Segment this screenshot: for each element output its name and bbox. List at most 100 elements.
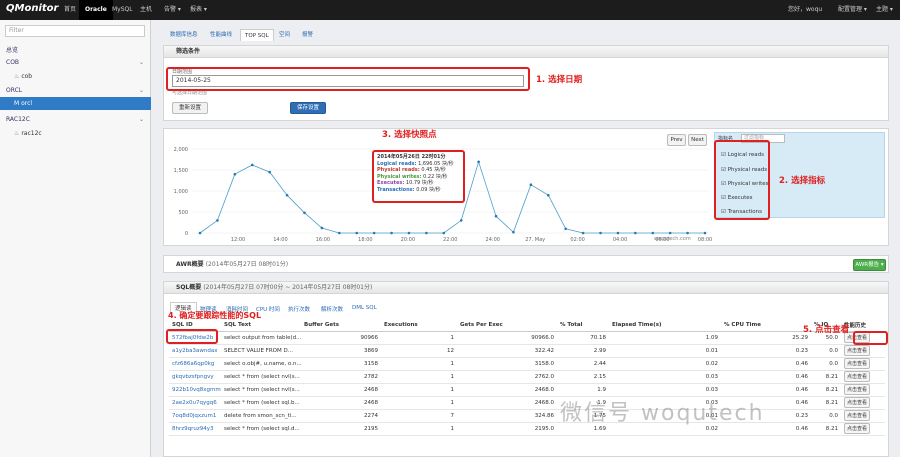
view-history-button[interactable]: 点击查看 [844,410,871,421]
table-cell: select * from (select sql.d... [221,422,301,436]
table-cell: 8.21 [811,422,841,436]
chart-tooltip: 2014年05月26日 22时01分 Logical reads: 1,696.… [372,150,465,203]
x-tick-label: 16:00 [316,237,330,243]
data-point [372,231,376,235]
table-row: 8hrz9qruz94y3 select * from (select sql.d… [169,422,885,436]
sql-id-link[interactable]: 8hrz9qruz94y3 [169,422,221,436]
table-cell: 1 [381,396,457,410]
data-point [459,219,463,222]
table-cell: 90966 [301,331,381,345]
table-cell: 1 [381,370,457,384]
table-cell: 2468 [301,383,381,397]
filter-input[interactable]: Filter [5,25,145,37]
filter-panel-title: 筛选条件 [164,46,888,58]
tooltip-transactions: Transactions: 0.09 块/秒 [377,186,441,193]
nav-alerts[interactable]: 告警 ▾ [158,0,187,20]
sql-id-link[interactable]: cfz686a6qp0kg [169,357,221,371]
tab-space[interactable]: 空间 [275,29,294,41]
x-tick-label: 18:00 [358,237,372,243]
annotation-4: 4. 确定要跟踪性能的SQL [168,311,262,320]
tab-db-info[interactable]: 数据库信息 [166,29,202,41]
data-point [564,227,567,231]
table-cell: select * from (select nvl(s... [221,383,301,397]
sidebar-group-orcl[interactable]: ORCL [6,87,22,94]
table-cell: 2.44 [557,357,609,371]
brand-logo[interactable]: QMonitor [6,3,58,14]
sidebar-overview[interactable]: 总览 [6,45,18,54]
table-cell: 1 [381,331,457,345]
table-cell: 1 [381,383,457,397]
table-cell: 2195.0 [457,422,557,436]
table-cell: select output from table(d... [221,331,301,345]
table-cell: 0.03 [609,370,721,384]
view-history-button[interactable]: 点击查看 [844,345,871,356]
sql-id-link[interactable]: gkqvbzsfpngvy [169,370,221,384]
view-history-button[interactable]: 点击查看 [844,371,871,382]
awr-report-button[interactable]: AWR报告 ▾ [853,259,886,271]
sql-tab-parses[interactable]: 解析次数 [321,305,343,313]
table-cell: 0.0 [811,344,841,358]
sql-id-link[interactable]: a1y2ba3awndax [169,344,221,358]
sidebar-group-cob[interactable]: COB [6,59,19,66]
table-cell: 2.99 [557,344,609,358]
sql-id-link[interactable]: 7oq8d0jqxzum1 [169,409,221,423]
data-point [407,231,411,235]
view-history-button[interactable]: 点击查看 [844,397,871,408]
sidebar-item-cob[interactable]: ♨ cob [14,73,32,80]
sidebar-group-rac12c[interactable]: RAC12C [6,116,30,123]
sql-tab-dml[interactable]: DML SQL [352,305,377,311]
table-cell: 3869 [301,344,381,358]
chevron-down-icon[interactable]: ⌄ [139,87,144,94]
table-cell: 0.0 [811,357,841,371]
data-point [634,231,637,235]
sql-col-header[interactable]: % CPU Time [721,320,811,332]
sidebar-item-rac12c[interactable]: ♨ rac12c [14,130,42,137]
reset-button[interactable]: 重新设置 [172,102,208,114]
table-cell: 点击查看 [841,357,885,371]
sql-table-body: 572fbaj0fdw2b select output from table(d.… [169,331,885,436]
data-point [494,214,498,218]
theme-menu[interactable]: 主题 ▾ [876,0,893,20]
view-history-button[interactable]: 点击查看 [844,358,871,369]
data-point [233,172,237,176]
view-history-button[interactable]: 点击查看 [844,423,871,434]
sql-col-header[interactable]: Executions [381,320,457,332]
sql-table: SQL ID SQL Text Buffer Gets Executions Gets … [169,320,885,436]
view-history-button[interactable]: 点击查看 [844,384,871,395]
tab-perf-curve[interactable]: 性能曲线 [206,29,236,41]
nav-reports[interactable]: 报表 ▾ [184,0,213,20]
settings-menu[interactable]: 配置管理 ▾ [838,0,867,20]
sidebar-item-orcl[interactable]: M orcl [0,97,151,110]
table-cell: 324.86 [457,409,557,423]
table-cell: 7 [381,409,457,423]
table-cell: 1.09 [609,331,721,345]
sql-col-header[interactable]: SQL Text [221,320,301,332]
data-point [268,170,271,174]
table-cell: 0.0 [811,409,841,423]
tab-alerts[interactable]: 报警 [298,29,317,41]
sql-col-header[interactable]: Elapsed Time(s) [609,320,721,332]
x-axis: 12:00 14:00 16:00 18:00 20:00 22:00 24:00 27. M… [231,237,712,243]
data-point [355,231,359,235]
tab-top-sql[interactable]: TOP SQL [240,29,274,41]
data-point [216,219,219,222]
x-tick-label: 20:00 [401,237,415,243]
table-cell: 25.29 [721,331,811,345]
sql-table-header: SQL ID SQL Text Buffer Gets Executions Gets … [169,320,885,332]
chevron-down-icon[interactable]: ⌄ [139,59,144,66]
user-greeting[interactable]: 您好，woqu [788,0,822,20]
annotation-5: 5. 点击查看 [803,325,850,335]
sql-id-link[interactable]: 2ae2x0u7qygq6 [169,396,221,410]
sql-col-header[interactable]: Buffer Gets [301,320,381,332]
table-cell: 2782 [301,370,381,384]
chevron-down-icon[interactable]: ⌄ [139,116,144,123]
data-point [703,231,707,235]
sql-id-link[interactable]: 922b10vq8xgmm [169,383,221,397]
save-button[interactable]: 保存设置 [290,102,326,114]
sql-col-header[interactable]: % Total [557,320,609,332]
sql-tab-executions[interactable]: 执行次数 [288,305,310,313]
nav-host[interactable]: 主机 [134,0,158,20]
sql-col-header[interactable]: Gets Per Exec [457,320,557,332]
data-point [546,193,550,197]
table-row: 922b10vq8xgmm select * from (select nvl(s… [169,383,885,397]
